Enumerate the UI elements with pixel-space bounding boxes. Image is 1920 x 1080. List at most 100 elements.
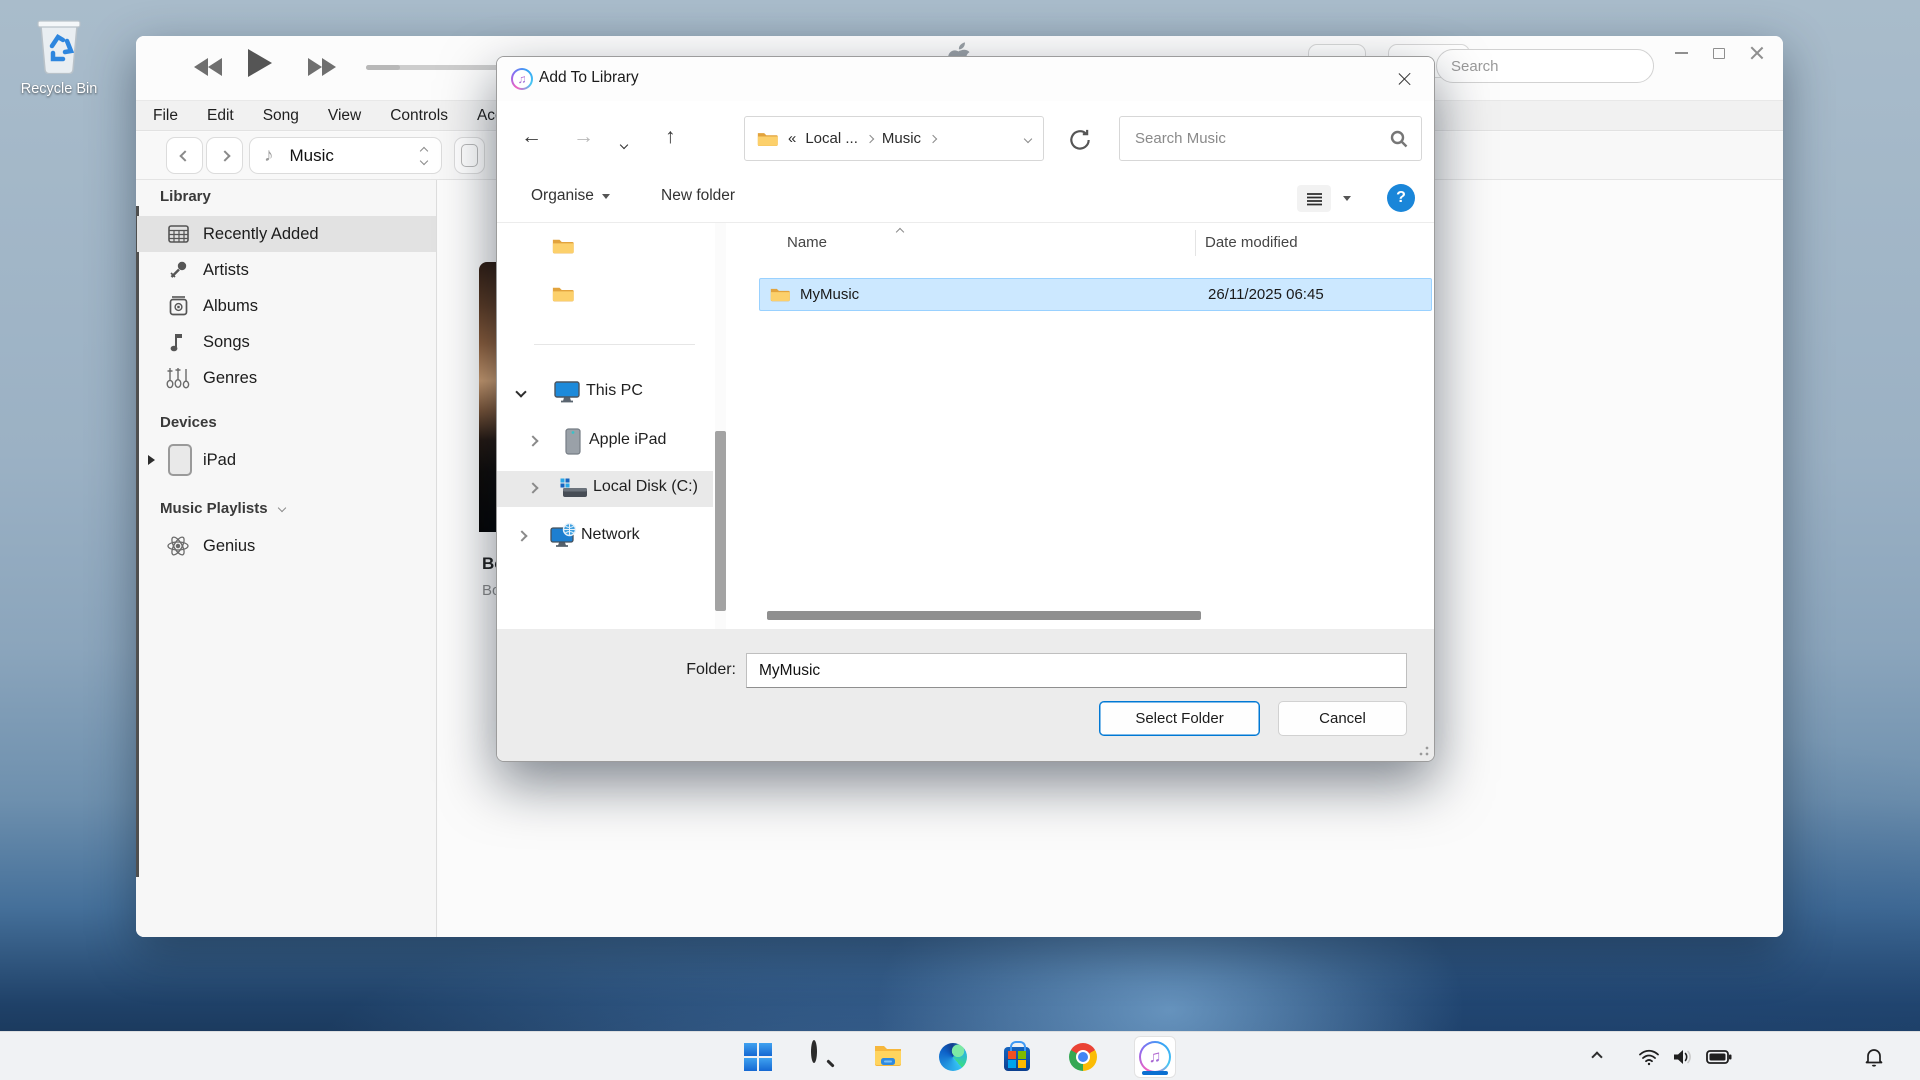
wifi-icon[interactable] bbox=[1638, 1032, 1660, 1080]
folder-icon[interactable] bbox=[552, 285, 575, 303]
file-row-mymusic[interactable]: MyMusic 26/11/2025 06:45 bbox=[759, 278, 1432, 311]
chevron-left-icon bbox=[179, 150, 190, 161]
chevron-right-icon bbox=[219, 150, 230, 161]
chevron-right-icon[interactable] bbox=[527, 482, 538, 493]
device-icon bbox=[461, 144, 478, 167]
battery-icon[interactable] bbox=[1706, 1032, 1732, 1080]
desktop: Recycle Bin File Edit Song View bbox=[0, 0, 1920, 1080]
nav-forward-button: → bbox=[573, 125, 594, 149]
sidebar-item-genius[interactable]: Genius bbox=[137, 528, 436, 564]
device-button[interactable] bbox=[454, 137, 485, 174]
expander-icon[interactable] bbox=[148, 455, 155, 465]
tree-scrollbar[interactable] bbox=[715, 223, 726, 631]
sidebar-item-ipad[interactable]: iPad bbox=[137, 438, 436, 482]
folder-name-field[interactable] bbox=[746, 653, 1407, 688]
view-options-button[interactable] bbox=[1297, 185, 1351, 212]
search-icon bbox=[811, 1040, 817, 1063]
chevron-down-icon[interactable] bbox=[515, 386, 526, 397]
breadcrumb[interactable]: « Local ... Music bbox=[744, 116, 1044, 161]
cancel-button[interactable]: Cancel bbox=[1278, 701, 1407, 736]
taskbar-search-button[interactable] bbox=[809, 1043, 837, 1071]
previous-track-button[interactable] bbox=[194, 58, 222, 76]
folder-icon bbox=[770, 286, 791, 303]
dialog-search-input[interactable] bbox=[1120, 117, 1421, 160]
dialog-navigation-row: ← → ↑ « Local ... Music bbox=[497, 101, 1434, 173]
breadcrumb-collapse[interactable]: « bbox=[788, 130, 796, 147]
recycle-bin[interactable]: Recycle Bin bbox=[14, 12, 104, 97]
organise-button[interactable]: Organise bbox=[531, 187, 610, 205]
taskbar: ♫ bbox=[0, 1031, 1920, 1080]
genres-icon bbox=[166, 366, 190, 390]
column-divider[interactable] bbox=[1195, 230, 1196, 256]
column-date-modified[interactable]: Date modified bbox=[1205, 234, 1298, 251]
taskbar-start-button[interactable] bbox=[744, 1043, 772, 1071]
chrome-icon bbox=[1069, 1043, 1097, 1071]
tree-item-this-pc[interactable]: This PC bbox=[497, 375, 713, 411]
sidebar-item-albums[interactable]: Albums bbox=[137, 288, 436, 324]
tree-item-apple-ipad[interactable]: Apple iPad bbox=[497, 424, 713, 460]
tray-show-hidden-icons[interactable] bbox=[1593, 1032, 1601, 1080]
volume-icon[interactable] bbox=[1672, 1032, 1694, 1080]
media-type-selector[interactable]: ♪ Music bbox=[249, 137, 442, 174]
recycle-bin-icon bbox=[33, 12, 85, 74]
sort-ascending-icon bbox=[896, 228, 904, 236]
sidebar-item-genres[interactable]: Genres bbox=[137, 360, 436, 396]
itunes-search-field[interactable] bbox=[1436, 49, 1654, 83]
select-folder-button[interactable]: Select Folder bbox=[1099, 701, 1260, 736]
menu-view[interactable]: View bbox=[328, 107, 361, 125]
help-button[interactable]: ? bbox=[1387, 184, 1415, 212]
menu-controls[interactable]: Controls bbox=[390, 107, 448, 125]
taskbar-file-explorer-button[interactable] bbox=[874, 1043, 902, 1071]
network-icon bbox=[549, 522, 577, 550]
chevron-right-icon[interactable] bbox=[516, 530, 527, 541]
resize-grip[interactable] bbox=[1419, 746, 1429, 756]
dialog-titlebar[interactable]: ♫ Add To Library bbox=[497, 57, 1434, 101]
column-name[interactable]: Name bbox=[787, 234, 827, 251]
scrollbar-thumb[interactable] bbox=[715, 431, 726, 611]
sidebar-item-recently-added[interactable]: Recently Added bbox=[137, 216, 436, 252]
dialog-search-box[interactable] bbox=[1119, 116, 1422, 161]
file-name: MyMusic bbox=[800, 286, 859, 303]
dialog-close-button[interactable] bbox=[1384, 63, 1426, 95]
dialog-command-bar: Organise New folder ? bbox=[497, 173, 1434, 223]
dialog-title: Add To Library bbox=[539, 69, 639, 87]
close-button[interactable] bbox=[1740, 40, 1774, 66]
taskbar-edge-button[interactable] bbox=[939, 1043, 967, 1071]
edge-icon bbox=[939, 1043, 967, 1071]
maximize-button[interactable] bbox=[1702, 40, 1736, 66]
folder-name-input[interactable] bbox=[746, 653, 1407, 688]
sidebar-item-artists[interactable]: Artists bbox=[137, 252, 436, 288]
address-dropdown-icon[interactable] bbox=[1024, 134, 1032, 142]
menu-song[interactable]: Song bbox=[263, 107, 299, 125]
breadcrumb-current[interactable]: Music bbox=[882, 130, 921, 147]
recent-locations-button[interactable] bbox=[621, 135, 627, 153]
menu-edit[interactable]: Edit bbox=[207, 107, 234, 125]
next-track-button[interactable] bbox=[308, 58, 336, 76]
file-explorer-icon bbox=[874, 1043, 902, 1067]
play-button[interactable] bbox=[248, 49, 272, 77]
minimize-button[interactable] bbox=[1664, 40, 1698, 66]
refresh-icon[interactable] bbox=[1067, 127, 1093, 153]
taskbar-microsoft-store-button[interactable] bbox=[1004, 1043, 1032, 1071]
dialog-footer: Folder: Select Folder Cancel bbox=[497, 629, 1434, 761]
tree-item-network[interactable]: Network bbox=[497, 519, 713, 555]
menu-file[interactable]: File bbox=[153, 107, 178, 125]
taskbar-chrome-button[interactable] bbox=[1069, 1043, 1097, 1071]
tree-item-local-disk[interactable]: Local Disk (C:) bbox=[497, 471, 713, 507]
chevron-right-icon[interactable] bbox=[929, 134, 937, 142]
back-button[interactable] bbox=[166, 137, 203, 174]
itunes-search-input[interactable] bbox=[1436, 49, 1654, 83]
nav-back-button[interactable]: ← bbox=[521, 125, 542, 149]
chevron-right-icon[interactable] bbox=[527, 435, 538, 446]
chevron-right-icon[interactable] bbox=[866, 134, 874, 142]
notifications-bell-icon[interactable] bbox=[1864, 1032, 1884, 1080]
forward-button[interactable] bbox=[206, 137, 243, 174]
horizontal-scrollbar-thumb[interactable] bbox=[767, 611, 1201, 620]
playlists-heading[interactable]: Music Playlists bbox=[160, 500, 285, 517]
sidebar-item-songs[interactable]: Songs bbox=[137, 324, 436, 360]
breadcrumb-root[interactable]: Local ... bbox=[805, 130, 858, 147]
new-folder-button[interactable]: New folder bbox=[661, 187, 735, 205]
taskbar-itunes-button[interactable]: ♫ bbox=[1134, 1036, 1176, 1078]
nav-up-button[interactable]: ↑ bbox=[665, 125, 676, 149]
folder-icon[interactable] bbox=[552, 237, 575, 255]
